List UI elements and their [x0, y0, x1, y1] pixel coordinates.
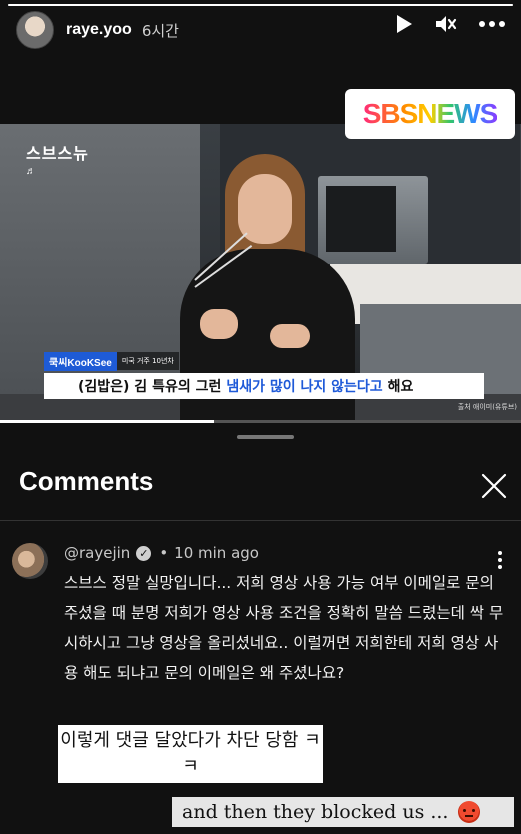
- avatar[interactable]: [16, 11, 54, 49]
- meta-separator: •: [159, 544, 169, 562]
- channel-logo: 스브스뉴 ♬: [26, 140, 89, 177]
- comment-time: 10 min ago: [174, 544, 259, 562]
- video-subtitle: (김밥은) 김 특유의 그런 냄새가 많이 나지 않는다고 해요: [44, 373, 484, 399]
- subtitle-highlight: 냄새가 많이 나지 않는다고: [226, 379, 383, 395]
- caption-english-text: and then they blocked us ...: [182, 801, 449, 823]
- name-tag-note: 미국 거주 10년차: [116, 352, 179, 370]
- header-controls: [395, 14, 505, 34]
- more-icon[interactable]: [479, 21, 505, 27]
- sbsnews-badge-text: SBSNEWS: [362, 98, 499, 129]
- play-icon[interactable]: [395, 14, 413, 34]
- channel-logo-text: 스브스뉴: [26, 146, 89, 163]
- sbsnews-badge[interactable]: SBSNEWS: [345, 89, 515, 139]
- story-header: raye.yoo 6시간: [0, 0, 521, 60]
- comment-body: 스브스 정말 실망입니다... 저희 영상 사용 가능 여부 이메일로 문의 주…: [64, 574, 504, 682]
- angry-emoji-icon: [458, 801, 481, 823]
- video-progress-fill: [0, 420, 214, 423]
- username[interactable]: raye.yoo: [66, 21, 132, 39]
- post-time: 6시간: [141, 21, 179, 40]
- video-player[interactable]: 스브스뉴 ♬ 쿡씨KooKSee 미국 거주 10년차 (김밥은) 김 특유의 …: [0, 124, 521, 422]
- video-credit: 출처 애이미(유튜브): [457, 403, 517, 411]
- comment-avatar[interactable]: [12, 543, 48, 579]
- subtitle-suffix: 해요: [387, 379, 414, 395]
- comment-handle[interactable]: @rayejin: [64, 544, 130, 562]
- verified-icon: ✓: [136, 545, 152, 561]
- video-progress-bar[interactable]: [0, 420, 521, 423]
- caption-korean: 이렇게 댓글 달았다가 차단 당함 ㅋㅋ: [58, 725, 323, 783]
- close-icon[interactable]: [478, 470, 510, 502]
- comments-title: Comments: [19, 466, 154, 496]
- caption-english: and then they blocked us ...: [172, 797, 514, 827]
- divider: [0, 520, 521, 521]
- name-tag: 쿡씨KooKSee 미국 거주 10년차: [44, 351, 179, 371]
- mute-icon[interactable]: [435, 14, 457, 34]
- comment-meta: @rayejin ✓ • 10 min ago: [64, 544, 259, 562]
- sheet-drag-handle[interactable]: [237, 435, 294, 439]
- subtitle-prefix: (김밥은) 김 특유의 그런: [78, 379, 222, 395]
- music-note-icon: ♬: [26, 166, 37, 177]
- name-tag-name: 쿡씨KooKSee: [44, 351, 117, 371]
